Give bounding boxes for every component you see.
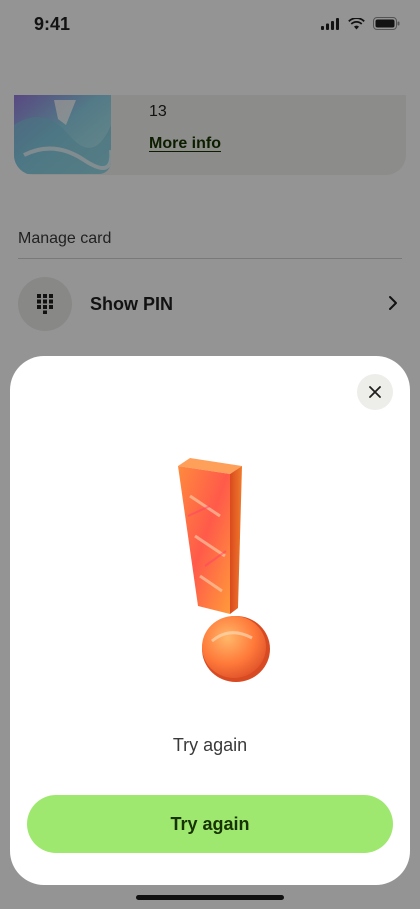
exclamation-illustration [178,458,270,682]
error-message: Try again [172,735,248,755]
error-bottom-sheet: Try again Try again [10,356,410,885]
close-icon [369,386,381,398]
close-button[interactable] [357,374,393,410]
home-indicator [136,895,284,900]
try-again-button[interactable]: Try again [27,795,393,853]
